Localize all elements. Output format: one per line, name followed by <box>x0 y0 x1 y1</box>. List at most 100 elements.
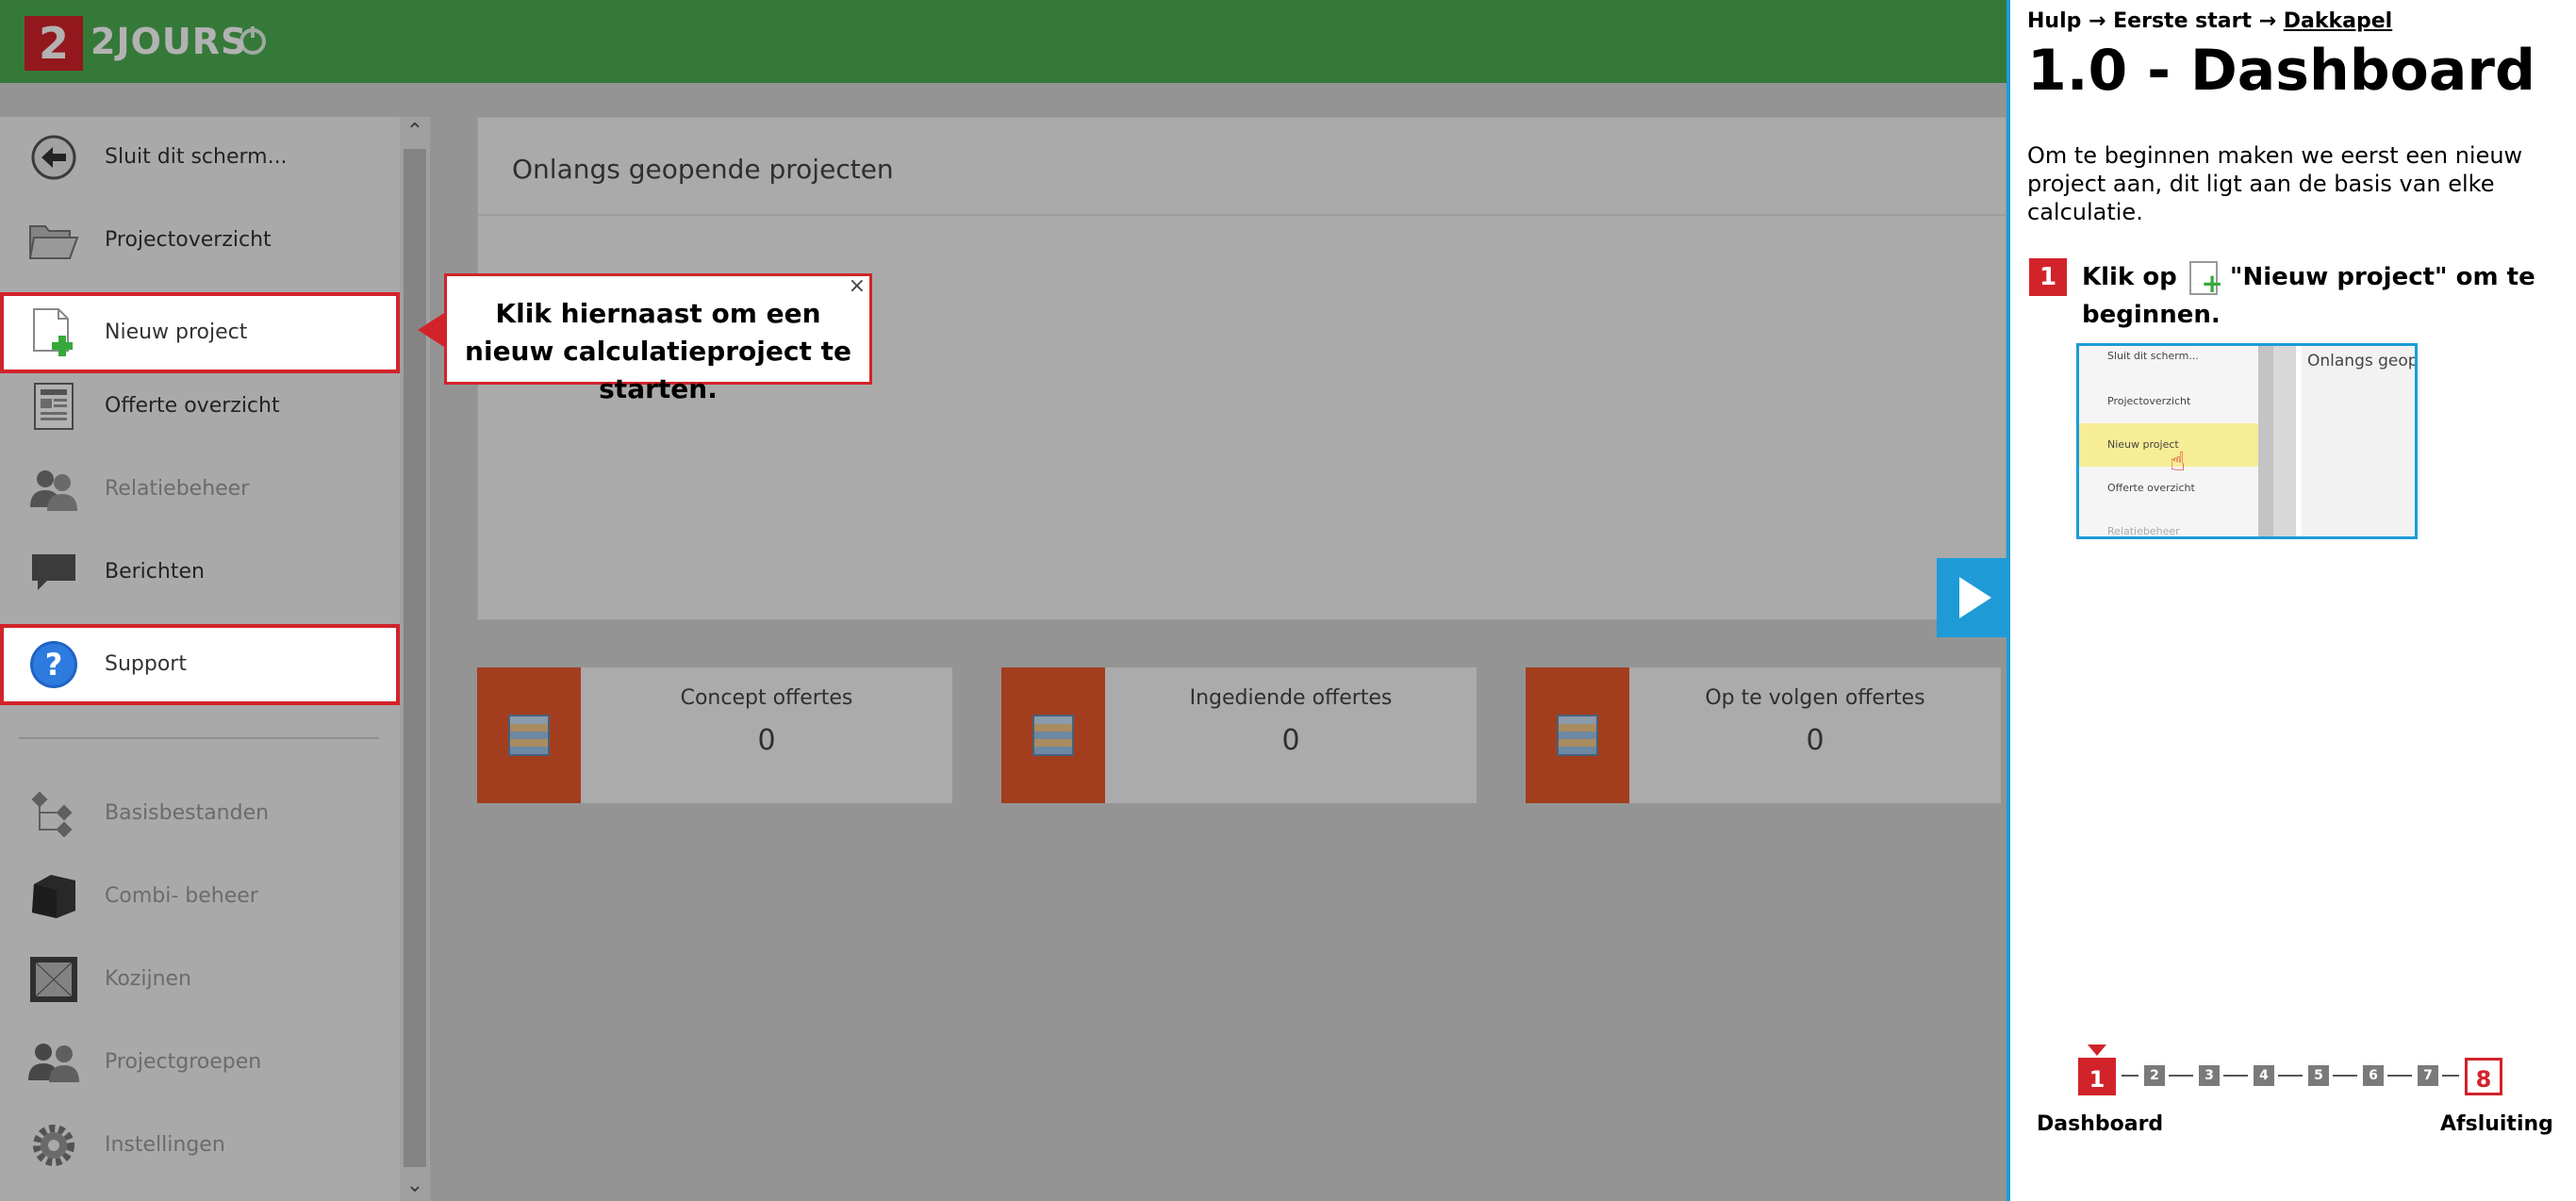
brand-name: 2JOURS <box>91 21 248 62</box>
breadcrumb: Hulp → Eerste start → Dakkapel <box>2027 9 2392 33</box>
sidebar-item-label: Projectgroepen <box>105 1050 262 1074</box>
step-text-before: Klik op <box>2082 263 2177 291</box>
preview-scrollbar <box>2258 346 2273 536</box>
scroll-up-icon[interactable]: ⌃ <box>400 117 430 147</box>
callout-text: Klik hiernaast om een nieuw calculatiepr… <box>465 298 851 404</box>
sidebar-item-label: Instellingen <box>105 1133 225 1157</box>
sidebar-item-instellingen[interactable]: Instellingen <box>0 1105 400 1186</box>
preview-panel: Onlangs geop <box>2302 346 2418 536</box>
stat-tile-concept[interactable]: Concept offertes 0 <box>477 667 952 803</box>
stat-title: Op te volgen offertes <box>1705 686 1925 710</box>
help-intro: Om te beginnen maken we eerst een nieuw … <box>2027 142 2523 225</box>
new-document-icon <box>28 308 79 356</box>
scroll-thumb[interactable] <box>404 149 426 1167</box>
progress-connector <box>2169 1075 2193 1077</box>
progress-connector <box>2387 1075 2412 1077</box>
sidebar-scrollbar[interactable]: ⌃ ⌄ <box>400 117 430 1201</box>
preview-item: Relatiebeheer <box>2107 525 2180 537</box>
top-bar: 2 2JOURS <box>0 0 2006 83</box>
app-logo: 2 <box>25 16 83 71</box>
highlight-nieuw-project[interactable]: Nieuw project <box>0 292 400 373</box>
sidebar-item-basisbestanden[interactable]: Basisbestanden <box>0 773 400 854</box>
tree-structure-icon <box>28 790 79 837</box>
breadcrumb-separator: → <box>2258 9 2277 33</box>
breadcrumb-item[interactable]: Hulp <box>2027 9 2081 33</box>
hand-cursor-icon: ☝ <box>2170 446 2187 477</box>
panel-divider <box>478 214 2006 216</box>
play-next-button[interactable] <box>1937 558 2006 637</box>
breadcrumb-current[interactable]: Dakkapel <box>2284 9 2392 33</box>
sidebar-item-berichten[interactable]: Berichten <box>0 532 400 613</box>
sidebar-item-label: Relatiebeheer <box>105 477 250 501</box>
close-icon[interactable]: × <box>849 276 866 297</box>
message-bubble-icon <box>28 549 79 596</box>
stat-title: Ingediende offertes <box>1189 686 1393 710</box>
progress-connector <box>2278 1075 2303 1077</box>
progress-step-1[interactable]: 1 <box>2078 1058 2116 1095</box>
preview-item: Sluit dit scherm... <box>2107 350 2199 362</box>
stat-tile-ingediend[interactable]: Ingediende offertes 0 <box>1001 667 1477 803</box>
svg-text:?: ? <box>45 647 63 683</box>
step-instruction: Klik op "Nieuw project" om te beginnen. <box>2082 258 2553 334</box>
progress-step-7[interactable]: 7 <box>2418 1065 2438 1086</box>
tutorial-callout: × Klik hiernaast om een nieuw calculatie… <box>444 273 872 404</box>
progress-connector <box>2442 1075 2459 1077</box>
progress-step-4[interactable]: 4 <box>2254 1065 2274 1086</box>
progress-end-label: Afsluiting <box>2440 1112 2553 1136</box>
sidebar-item-label: Berichten <box>105 560 205 584</box>
help-title: 1.0 - Dashboard <box>2027 38 2535 104</box>
sidebar-item-combi-beheer[interactable]: Combi- beheer <box>0 856 400 937</box>
sidebar-item-label: Projectoverzicht <box>105 228 272 252</box>
sidebar-item-label: Offerte overzicht <box>105 394 280 418</box>
progress-connector <box>2122 1075 2138 1077</box>
step-preview-image: Sluit dit scherm... Projectoverzicht Nie… <box>2076 343 2418 539</box>
breadcrumb-item[interactable]: Eerste start <box>2113 9 2252 33</box>
offer-list-icon <box>477 667 581 803</box>
gear-icon <box>28 1122 79 1169</box>
scroll-down-icon[interactable]: ⌄ <box>400 1171 430 1201</box>
breadcrumb-separator: → <box>2089 9 2106 33</box>
current-step-marker-icon <box>2088 1045 2106 1056</box>
sidebar-item-close[interactable]: Sluit dit scherm... <box>0 117 400 198</box>
power-icon[interactable] <box>239 26 266 55</box>
preview-item: Projectoverzicht <box>2107 395 2191 407</box>
progress-step-3[interactable]: 3 <box>2199 1065 2220 1086</box>
help-panel: Hulp → Eerste start → Dakkapel 1.0 - Das… <box>2006 0 2576 1201</box>
panel-title: Onlangs geopende projecten <box>512 154 894 185</box>
preview-panel-title: Onlangs geop <box>2307 352 2418 370</box>
new-document-icon <box>2188 260 2223 303</box>
stat-tile-op-te-volgen[interactable]: Op te volgen offertes 0 <box>1526 667 2001 803</box>
preview-item: Nieuw project <box>2107 438 2179 451</box>
highlight-support[interactable]: ? Support <box>0 624 400 705</box>
progress-step-2[interactable]: 2 <box>2144 1065 2165 1086</box>
sidebar-item-label: Kozijnen <box>105 967 191 991</box>
people-icon <box>28 466 79 513</box>
progress-step-6[interactable]: 6 <box>2363 1065 2384 1086</box>
preview-sidebar: Sluit dit scherm... Projectoverzicht Nie… <box>2079 346 2258 536</box>
folder-icon <box>28 217 79 264</box>
sidebar-item-label: Nieuw project <box>105 321 248 344</box>
cube-icon <box>28 873 79 920</box>
preview-gap <box>2273 346 2296 536</box>
sidebar-item-label: Support <box>105 652 187 676</box>
sidebar-item-kozijnen[interactable]: Kozijnen <box>0 939 400 1020</box>
step-number-badge: 1 <box>2029 258 2067 296</box>
sidebar-item-projectgroepen[interactable]: Projectgroepen <box>0 1022 400 1103</box>
sidebar-item-offerte-overzicht[interactable]: Offerte overzicht <box>0 366 400 447</box>
progress-connector <box>2223 1075 2248 1077</box>
sidebar-item-relatiebeheer[interactable]: Relatiebeheer <box>0 449 400 530</box>
offer-document-icon <box>28 383 79 430</box>
progress-step-8[interactable]: 8 <box>2465 1058 2502 1095</box>
sidebar-divider <box>19 737 379 739</box>
sidebar-item-projectoverzicht[interactable]: Projectoverzicht <box>0 200 400 281</box>
stat-value: 0 <box>757 724 776 757</box>
progress-start-label: Dashboard <box>2037 1112 2164 1136</box>
stat-value: 0 <box>1281 724 1300 757</box>
back-arrow-icon <box>28 134 79 181</box>
sidebar-item-label: Sluit dit scherm... <box>105 145 288 169</box>
sidebar-item-label: Combi- beheer <box>105 884 258 908</box>
app-window: 2 2JOURS Sluit dit scherm... Projectover… <box>0 0 2006 1201</box>
window-frame-icon <box>28 956 79 1003</box>
progress-step-5[interactable]: 5 <box>2308 1065 2329 1086</box>
offer-list-icon <box>1526 667 1629 803</box>
